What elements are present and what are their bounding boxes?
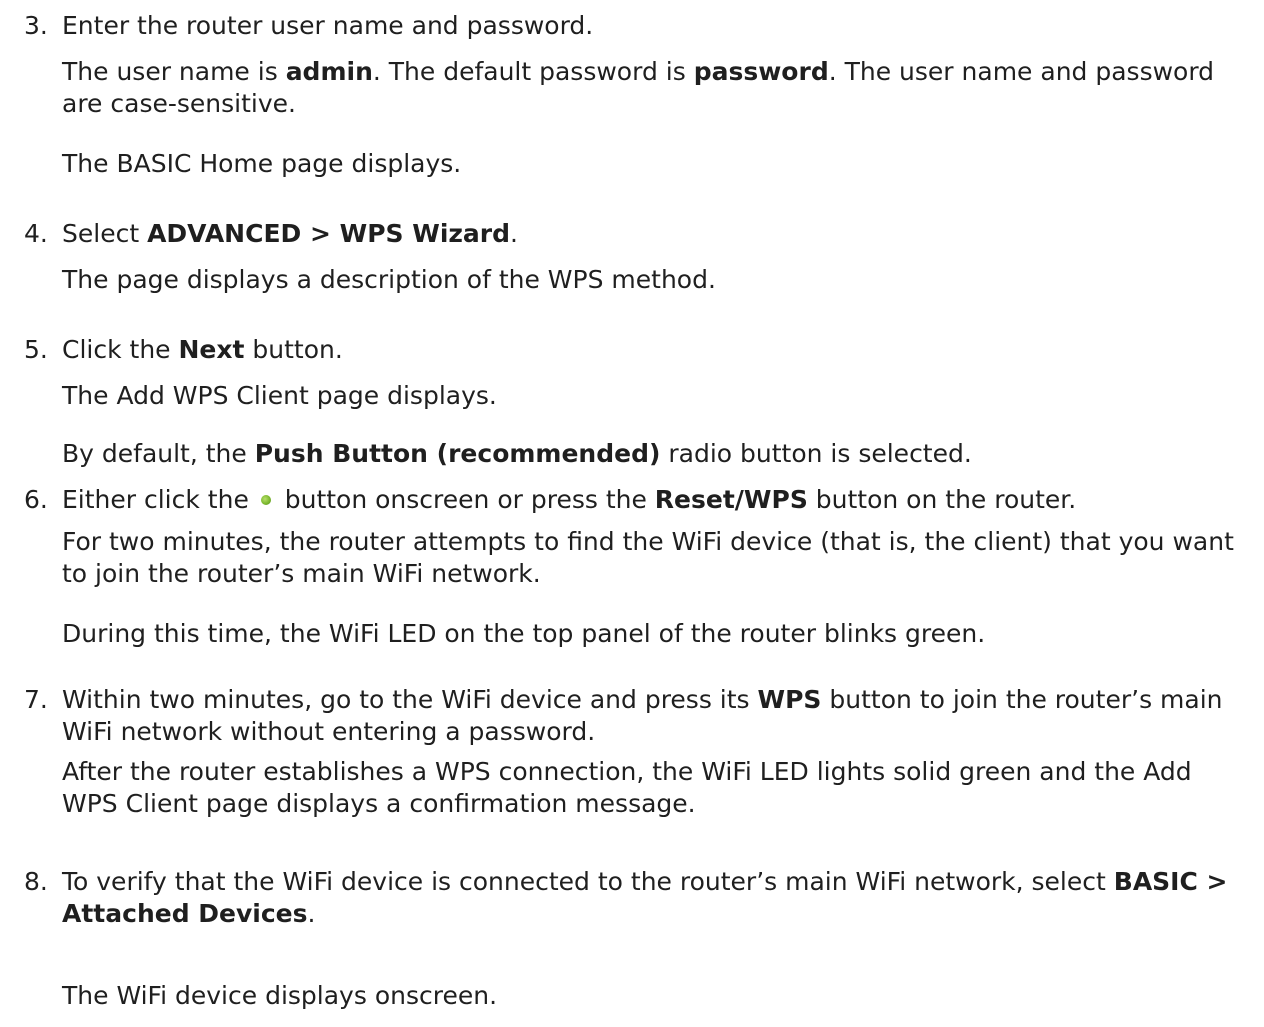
step-instruction: Click the Next button. (62, 335, 343, 364)
step-number: 5. (24, 335, 48, 364)
button-name: Next (178, 335, 245, 364)
step-instruction: Either click the button onscreen or pres… (62, 485, 1077, 514)
button-name: Reset/WPS (654, 485, 808, 514)
step-instruction: Enter the router user name and password. (62, 11, 594, 40)
button-name: WPS (757, 685, 822, 714)
password-value: password (693, 57, 829, 86)
step-note: After the router establishes a WPS conne… (62, 757, 1192, 818)
step-instruction: Within two minutes, go to the WiFi devic… (62, 685, 1223, 746)
step-note: For two minutes, the router attempts to … (62, 527, 1234, 588)
step-note: The BASIC Home page displays. (62, 149, 462, 178)
step-number: 3. (24, 11, 48, 40)
radio-option-name: Push Button (recommended) (254, 439, 661, 468)
step-note: By default, the Push Button (recommended… (62, 439, 972, 468)
username-value: admin (285, 57, 373, 86)
step-note: During this time, the WiFi LED on the to… (62, 619, 986, 648)
menu-path: ADVANCED > WPS Wizard (147, 219, 511, 248)
step-number: 4. (24, 219, 48, 248)
step-number: 7. (24, 685, 48, 714)
step-instruction: To verify that the WiFi device is connec… (62, 867, 1228, 928)
step-instruction: Select ADVANCED > WPS Wizard. (62, 219, 518, 248)
step-note: The user name is admin. The default pass… (62, 57, 1215, 118)
step-note: The page displays a description of the W… (62, 265, 716, 294)
step-note: The Add WPS Client page displays. (62, 381, 497, 410)
step-number: 8. (24, 867, 48, 896)
step-note: The WiFi device displays onscreen. (62, 981, 498, 1010)
step-number: 6. (24, 485, 48, 514)
wps-push-button-icon (260, 494, 271, 505)
